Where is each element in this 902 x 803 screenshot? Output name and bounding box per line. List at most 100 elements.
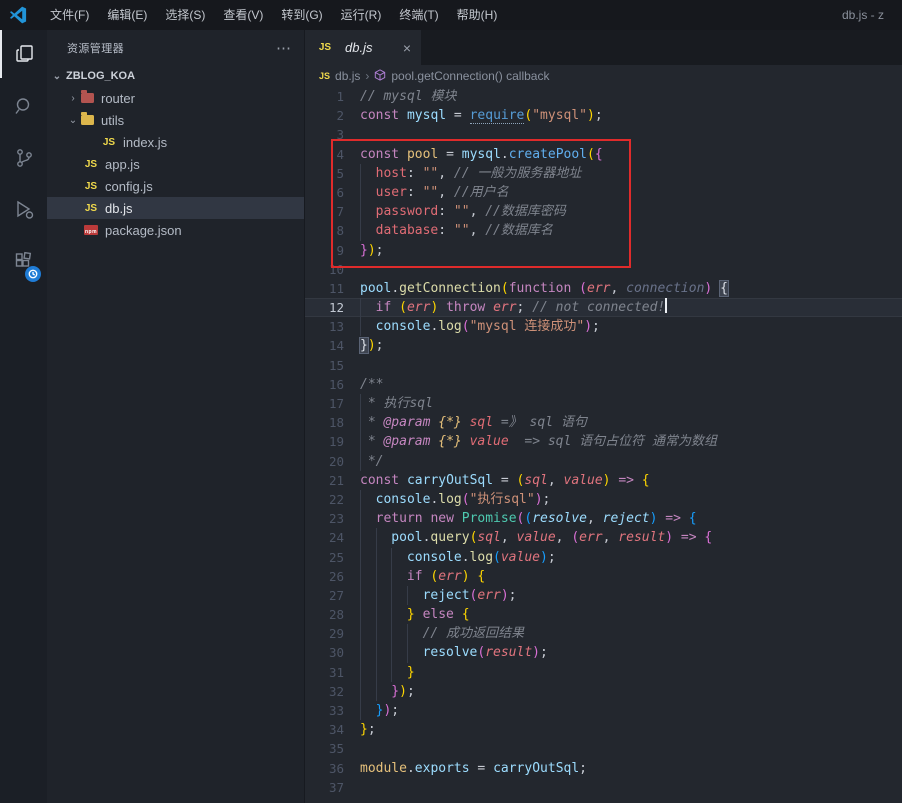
line-number: 5: [305, 164, 360, 183]
menu-item-2[interactable]: 选择(S): [156, 0, 214, 30]
code-line-19: 19* @param {*} value => sql 语句占位符 通常为数组: [305, 432, 902, 451]
line-number: 34: [305, 720, 360, 739]
line-number: 13: [305, 317, 360, 336]
tree-item-db-js[interactable]: JSdb.js: [47, 197, 304, 219]
menu-item-0[interactable]: 文件(F): [41, 0, 98, 30]
code-line-22: 22console.log("执行sql");: [305, 490, 902, 509]
file-label: config.js: [105, 179, 153, 194]
chevron-down-icon: ⌄: [67, 115, 79, 126]
close-icon[interactable]: ×: [403, 41, 411, 55]
activity-bar: [0, 30, 47, 803]
line-number: 8: [305, 221, 360, 240]
explorer-sidebar: 资源管理器 ⋯ ⌄ ZBLOG_KOA ›router⌄utilsJSindex…: [47, 30, 305, 803]
folder-router-icon: [79, 90, 95, 106]
tab-bar: JS db.js ×: [305, 30, 902, 65]
line-number: 4: [305, 145, 360, 164]
menu-item-4[interactable]: 转到(G): [272, 0, 331, 30]
line-number: 16: [305, 375, 360, 394]
code-editor[interactable]: 1// mysql 模块2const mysql = require("mysq…: [305, 87, 902, 803]
chevron-down-icon: ⌄: [51, 71, 63, 82]
file-tree: ›router⌄utilsJSindex.jsJSapp.jsJSconfig.…: [47, 87, 304, 241]
root-folder-label: ZBLOG_KOA: [66, 70, 135, 82]
code-line-7: 7password: "", //数据库密码: [305, 202, 902, 221]
line-number: 20: [305, 452, 360, 471]
text-cursor: [665, 298, 667, 313]
explorer-title: 资源管理器: [67, 40, 124, 56]
menu-item-3[interactable]: 查看(V): [214, 0, 272, 30]
line-number: 37: [305, 778, 360, 797]
code-line-25: 25console.log(value);: [305, 548, 902, 567]
file-label: db.js: [105, 201, 132, 216]
source-control-icon[interactable]: [0, 134, 47, 182]
code-line-32: 32});: [305, 682, 902, 701]
explorer-icon[interactable]: [0, 30, 47, 78]
code-line-29: 29// 成功返回结果: [305, 624, 902, 643]
tree-item-router[interactable]: › router: [47, 87, 304, 109]
more-actions-icon[interactable]: ⋯: [276, 39, 292, 57]
code-line-36: 36module.exports = carryOutSql;: [305, 759, 902, 778]
line-number: 6: [305, 183, 360, 202]
line-number: 35: [305, 739, 360, 758]
menu-item-6[interactable]: 终端(T): [390, 0, 447, 30]
code-line-5: 5host: "", // 一般为服务器地址: [305, 164, 902, 183]
line-number: 32: [305, 682, 360, 701]
symbol-cube-icon: [374, 69, 386, 84]
js-file-icon: JS: [83, 156, 99, 172]
tree-item-config-js[interactable]: JSconfig.js: [47, 175, 304, 197]
tab-dbjs[interactable]: JS db.js ×: [305, 30, 421, 65]
line-number: 7: [305, 202, 360, 221]
code-line-24: 24pool.query(sql, value, (err, result) =…: [305, 528, 902, 547]
tree-item-app-js[interactable]: JSapp.js: [47, 153, 304, 175]
line-number: 17: [305, 394, 360, 413]
line-number: 3: [305, 125, 360, 144]
menu-item-1[interactable]: 编辑(E): [98, 0, 156, 30]
line-number: 24: [305, 528, 360, 547]
file-label: package.json: [105, 223, 182, 238]
tree-item-package-json[interactable]: npmpackage.json: [47, 219, 304, 241]
line-number: 1: [305, 87, 360, 106]
breadcrumb: JS db.js › pool.getConnection() callback: [305, 65, 902, 87]
code-line-28: 28} else {: [305, 605, 902, 624]
title-bar: 文件(F)编辑(E)选择(S)查看(V)转到(G)运行(R)终端(T)帮助(H)…: [0, 0, 902, 30]
line-number: 12: [305, 298, 360, 317]
code-line-37: 37: [305, 778, 902, 797]
code-line-8: 8database: "", //数据库名: [305, 221, 902, 240]
file-label: utils: [101, 113, 124, 128]
code-line-35: 35: [305, 739, 902, 758]
line-number: 15: [305, 356, 360, 375]
code-line-9: 9});: [305, 241, 902, 260]
file-label: index.js: [123, 135, 167, 150]
vscode-window: 文件(F)编辑(E)选择(S)查看(V)转到(G)运行(R)终端(T)帮助(H)…: [0, 0, 902, 803]
line-number: 9: [305, 241, 360, 260]
line-number: 33: [305, 701, 360, 720]
code-line-13: 13console.log("mysql 连接成功");: [305, 317, 902, 336]
run-debug-icon[interactable]: [0, 186, 47, 234]
menu-item-7[interactable]: 帮助(H): [448, 0, 507, 30]
menu-item-5[interactable]: 运行(R): [332, 0, 391, 30]
code-line-2: 2const mysql = require("mysql");: [305, 106, 902, 125]
code-line-21: 21const carryOutSql = (sql, value) => {: [305, 471, 902, 490]
line-number: 25: [305, 548, 360, 567]
search-icon[interactable]: [0, 82, 47, 130]
tab-label: db.js: [345, 40, 397, 55]
line-number: 31: [305, 663, 360, 682]
file-label: router: [101, 91, 135, 106]
chevron-right-icon: ›: [67, 93, 79, 104]
code-line-34: 34};: [305, 720, 902, 739]
code-line-26: 26if (err) {: [305, 567, 902, 586]
code-line-1: 1// mysql 模块: [305, 87, 902, 106]
folder-utils-icon: [79, 112, 95, 128]
line-number: 28: [305, 605, 360, 624]
line-number: 2: [305, 106, 360, 125]
explorer-header: 资源管理器 ⋯: [47, 30, 304, 65]
window-title: db.js - z: [842, 0, 902, 30]
tree-item-index-js[interactable]: JSindex.js: [47, 131, 304, 153]
code-line-20: 20*/: [305, 452, 902, 471]
code-line-12: 12if (err) throw err; // not connected!: [305, 298, 902, 317]
tree-item-utils[interactable]: ⌄ utils: [47, 109, 304, 131]
breadcrumb-file[interactable]: db.js: [335, 69, 360, 83]
breadcrumb-symbol[interactable]: pool.getConnection() callback: [391, 69, 549, 83]
extensions-icon[interactable]: [0, 238, 47, 286]
code-line-17: 17* 执行sql: [305, 394, 902, 413]
tree-root-zblog-koa[interactable]: ⌄ ZBLOG_KOA: [47, 65, 304, 87]
